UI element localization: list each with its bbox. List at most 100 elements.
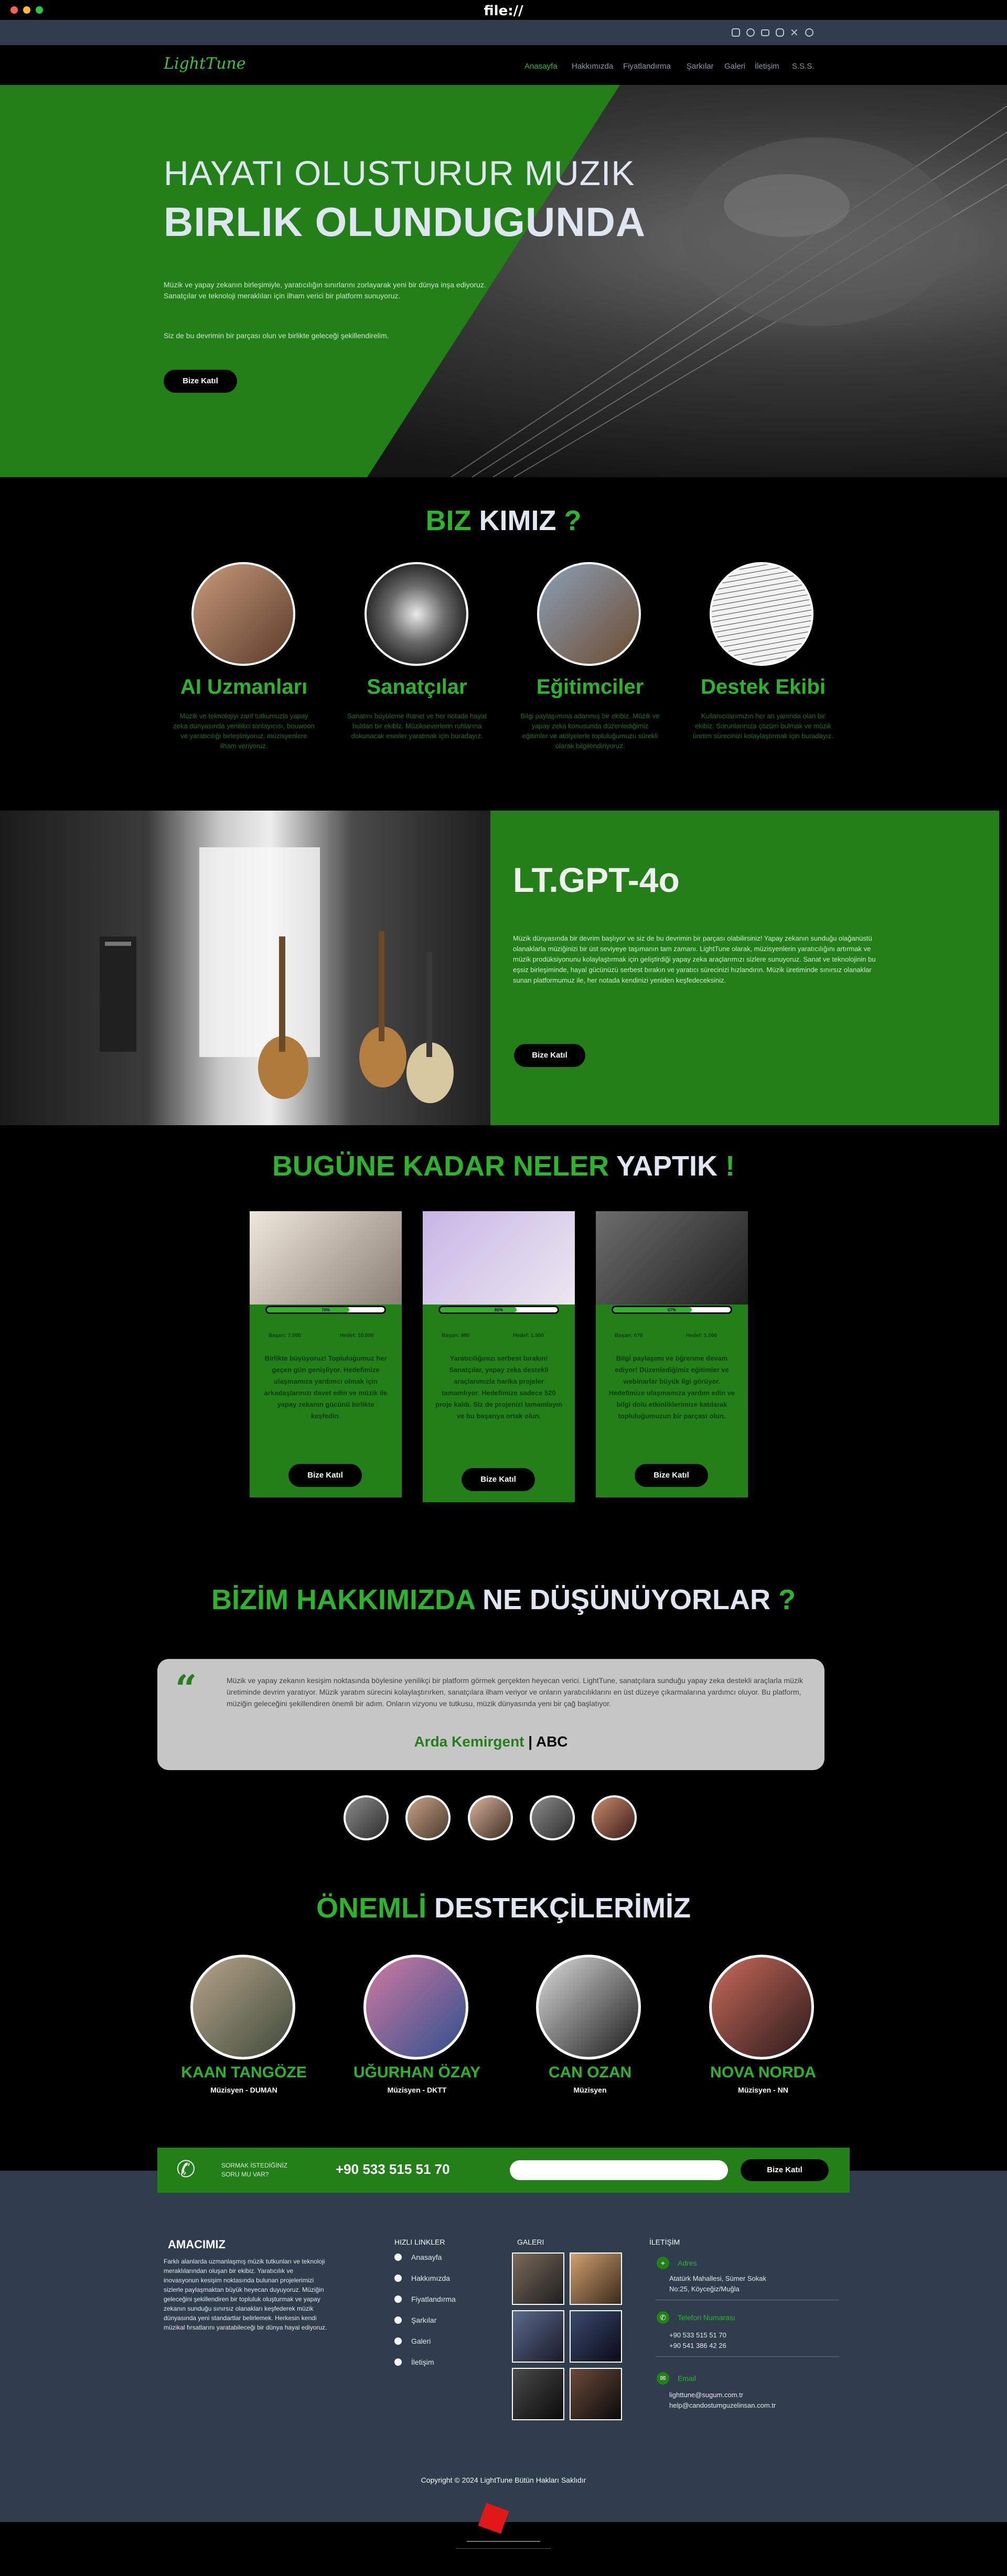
achievement-join-button[interactable]: Bize Katıl [462, 1468, 535, 1491]
github-icon[interactable] [805, 28, 813, 37]
avatar[interactable] [468, 1795, 513, 1840]
gallery-image[interactable] [570, 2252, 622, 2305]
bottom-bar [0, 2522, 1007, 2576]
team-support-desc: Kullanıcılarımızın her an yanında olan b… [692, 712, 834, 740]
nav-fiyatlandirma[interactable]: Fiyatlandırma [623, 62, 671, 71]
gallery-image[interactable] [512, 2252, 564, 2305]
hero-join-button[interactable]: Bize Katıl [164, 370, 237, 393]
instagram-icon[interactable] [732, 28, 740, 37]
bullet-icon [394, 2295, 402, 2303]
contact-email-input[interactable] [510, 2160, 728, 2180]
supporters-title: ÖNEMLİ DESTEKÇİLERİMİZ [316, 1892, 691, 1924]
address-line2: No:25, Köyceğiz/Muğla [669, 2285, 740, 2293]
gallery-image[interactable] [512, 2310, 564, 2363]
gallery-image[interactable] [570, 2310, 622, 2363]
supporter-role: Müzisyen - DKTT [387, 2086, 447, 2094]
progress-label: 65% [494, 1308, 503, 1312]
location-icon: ⌖ [657, 2257, 669, 2269]
footer-about-text: Farklı alanlarda uzmanlaşmış müzik tutku… [164, 2258, 327, 2331]
hero-paragraph-1: Müzik ve yapay zekanın birleşimiyle, yar… [164, 281, 486, 300]
youtube-icon[interactable] [761, 29, 769, 36]
nav-galeri[interactable]: Galeri [724, 62, 745, 71]
avatar[interactable] [592, 1795, 637, 1840]
contact-join-button[interactable]: Bize Katıl [741, 2159, 829, 2181]
nav-anasayfa[interactable]: Anasayfa [524, 62, 558, 71]
piano-family-image [250, 1211, 402, 1305]
email-2[interactable]: help@candostumguzelinsan.com.tr [669, 2401, 776, 2409]
logo[interactable]: LightTune [164, 55, 246, 73]
gallery-image[interactable] [512, 2368, 564, 2420]
supporter-role: Müzisyen [573, 2086, 607, 2094]
avatar[interactable] [405, 1795, 451, 1840]
supporter-name: UĞURHAN ÖZAY [353, 2064, 481, 2081]
footer-link-iletisim[interactable]: İletişim [411, 2358, 434, 2366]
footer-link-anasayfa[interactable]: Anasayfa [411, 2253, 442, 2261]
brand-underline [456, 2548, 551, 2549]
footer-link-sarkilar[interactable]: Şarkılar [411, 2316, 436, 2324]
supporter-photo [709, 1955, 814, 2060]
progress-label: 67% [667, 1308, 676, 1312]
supporter-role: Müzisyen - NN [738, 2086, 788, 2094]
bullet-icon [394, 2275, 402, 2282]
navbar [0, 45, 1007, 85]
progress-label: 70% [321, 1308, 330, 1312]
bullet-icon [394, 2254, 402, 2261]
nav-sss[interactable]: S.S.S. [792, 62, 815, 71]
avatar[interactable] [530, 1795, 575, 1840]
testimonial-quote: Müzik ve yapay zekanın kesişim noktasınd… [227, 1676, 804, 1708]
facebook-icon[interactable] [746, 28, 755, 37]
achievement-current: Başarı: 980 [442, 1333, 470, 1339]
studio-guitars-image [0, 811, 490, 1125]
brand-underline [467, 2541, 540, 2542]
achievement-card: 67% Başarı: 670 Hedef: 1.000 Bilgi payla… [596, 1211, 748, 1497]
nav-sarkilar[interactable]: Şarkılar [687, 62, 714, 71]
achievement-text: Birlikte büyüyoruz! Topluluğumuz her geç… [264, 1354, 388, 1420]
testimonial-author: Arda Kemirgent | ABC [414, 1733, 568, 1750]
team-artists-image [365, 562, 468, 666]
bullet-icon [394, 2316, 402, 2324]
bullet-icon [394, 2358, 402, 2366]
team-artists-desc: Sanatını büyüleme ihanet ve her notada h… [347, 712, 487, 740]
discord-icon[interactable] [776, 28, 784, 37]
nav-hakkimizda[interactable]: Hakkımızda [572, 62, 613, 71]
team-artists-name: Sanatçılar [367, 675, 467, 698]
team-support-name: Destek Ekibi [701, 675, 826, 698]
team-educators-image [537, 562, 641, 666]
email-1[interactable]: lighttune@sugum.com.tr [669, 2391, 743, 2399]
phone-number-1[interactable]: +90 533 515 51 70 [669, 2331, 726, 2339]
gallery-image[interactable] [570, 2368, 622, 2420]
achievement-target: Hedef: 1.500 [513, 1333, 544, 1339]
footer-link-fiyatlandirma[interactable]: Fiyatlandırma [411, 2295, 456, 2303]
gallery-title: GALERI [517, 2238, 544, 2246]
supporter-name: NOVA NORDA [710, 2064, 816, 2081]
supporter-name: KAAN TANGÖZE [181, 2064, 307, 2081]
browser-bar: file:// [0, 0, 1007, 20]
quote-icon: “ [175, 1666, 197, 1711]
address-line1: Atatürk Mahallesi, Sümer Sokak [669, 2275, 766, 2282]
achievement-join-button[interactable]: Bize Katıl [288, 1464, 362, 1487]
hero-section [0, 85, 1007, 477]
nav-iletisim[interactable]: İletişim [755, 62, 779, 71]
avatar[interactable] [344, 1795, 389, 1840]
supporter-photo [190, 1955, 295, 2060]
address-bar[interactable]: file:// [0, 3, 1007, 19]
achievement-text: Yaratıcılığınızı serbest bırakın! Sanatç… [435, 1354, 563, 1420]
x-icon[interactable]: ✕ [790, 26, 799, 39]
ltgpt-body: Müzik dünyasında bir devrim başlıyor ve … [513, 934, 876, 984]
contact-phone[interactable]: +90 533 515 51 70 [336, 2161, 450, 2178]
team-ai-image [191, 562, 295, 666]
footer-link-galeri[interactable]: Galeri [411, 2337, 431, 2345]
achievement-join-button[interactable]: Bize Katıl [635, 1464, 708, 1487]
phone-number-2[interactable]: +90 541 386 42 26 [669, 2342, 726, 2349]
phone-label: Telefon Numarası [678, 2313, 735, 2322]
achievement-current: Başarı: 670 [615, 1333, 643, 1339]
footer-link-hakkimizda[interactable]: Hakkımızda [411, 2274, 450, 2282]
about-title: BIZ KIMIZ ? [425, 505, 582, 536]
social-strip [0, 20, 1007, 45]
email-label: Email [678, 2374, 697, 2383]
copyright: Copyright © 2024 LightTune Bütün Hakları… [421, 2476, 586, 2484]
ltgpt-join-button[interactable]: Bize Katıl [514, 1044, 585, 1067]
footer-about-title: AMACIMIZ [168, 2238, 226, 2251]
achievement-target: Hedef: 1.000 [686, 1333, 717, 1339]
contact-title: İLETİŞİM [649, 2238, 680, 2246]
